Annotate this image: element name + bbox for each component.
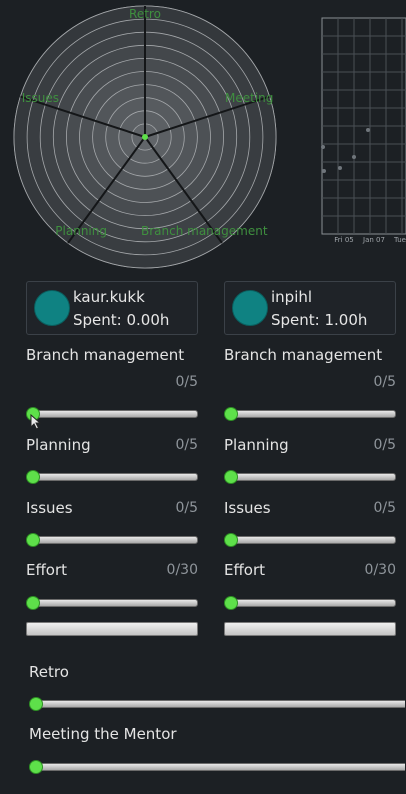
radar-axis-label-retro: Retro (129, 7, 161, 21)
timeline-grid (322, 18, 406, 234)
timeline-chart: Fri 05 Jan 07 Tue (321, 17, 406, 244)
retro-slider-handle[interactable] (29, 697, 43, 711)
user-card-kaur-kukk: kaur.kukk Spent: 0.00h (26, 281, 198, 335)
score-count: 0/5 (175, 500, 198, 516)
avatar (232, 290, 268, 326)
radar-axis-label-planning: Planning (55, 224, 107, 238)
radar-axis-label-meeting: Meeting (225, 91, 273, 105)
planning-slider-track[interactable] (226, 473, 396, 481)
score-count: 0/5 (175, 374, 198, 390)
branch-management-slider-handle[interactable] (224, 407, 238, 421)
radar-axis-label-branch-management: Branch management (141, 224, 268, 238)
timeline-point (338, 166, 342, 170)
effort-slider-track[interactable] (226, 599, 396, 607)
timeline-tick-label: Fri 05 (334, 236, 353, 244)
slider-label-retro: Retro (29, 663, 69, 681)
score-count: 0/5 (373, 500, 396, 516)
score-label-issues: Issues (26, 499, 73, 517)
radar-center-point (142, 134, 148, 140)
effort-progress-bar (224, 622, 396, 636)
score-count: 0/30 (364, 562, 396, 578)
user-spent-time: Spent: 0.00h (73, 311, 170, 329)
timeline-tick-label: Tue (393, 236, 406, 244)
user-card-inpihl: inpihl Spent: 1.00h (224, 281, 396, 335)
timeline-point (321, 145, 325, 149)
score-label-branch-management: Branch management (224, 346, 383, 364)
issues-slider-track[interactable] (226, 536, 396, 544)
issues-slider-track[interactable] (28, 536, 198, 544)
timeline-point (366, 128, 370, 132)
planning-slider-handle[interactable] (224, 470, 238, 484)
meeting-the-mentor-slider-handle[interactable] (29, 760, 43, 774)
score-label-planning: Planning (224, 436, 289, 454)
user-name: kaur.kukk (73, 288, 145, 306)
planning-slider-track[interactable] (28, 473, 198, 481)
user-name: inpihl (271, 288, 313, 306)
score-count: 0/5 (373, 374, 396, 390)
avatar (34, 290, 70, 326)
mouse-cursor-icon (30, 414, 42, 430)
score-count: 0/30 (166, 562, 198, 578)
issues-slider-handle[interactable] (224, 533, 238, 547)
retro-slider-track[interactable] (31, 700, 405, 708)
score-count: 0/5 (175, 437, 198, 453)
slider-label-meeting-the-mentor: Meeting the Mentor (29, 725, 177, 743)
score-label-effort: Effort (26, 561, 68, 579)
effort-slider-handle[interactable] (224, 596, 238, 610)
radar-axis-label-issues: Issues (22, 91, 59, 105)
branch-management-slider-track[interactable] (226, 410, 396, 418)
effort-slider-track[interactable] (28, 599, 198, 607)
issues-slider-handle[interactable] (26, 533, 40, 547)
timeline-point (322, 169, 326, 173)
user-spent-time: Spent: 1.00h (271, 311, 368, 329)
timeline-tick-label: Jan 07 (362, 236, 385, 244)
score-label-branch-management: Branch management (26, 346, 185, 364)
score-label-planning: Planning (26, 436, 91, 454)
score-label-effort: Effort (224, 561, 266, 579)
score-label-issues: Issues (224, 499, 271, 517)
effort-progress-bar (26, 622, 198, 636)
radar-chart: Retro Meeting Branch management Planning… (13, 5, 277, 269)
timeline-point (352, 155, 356, 159)
branch-management-slider-track[interactable] (28, 410, 198, 418)
score-count: 0/5 (373, 437, 396, 453)
meeting-the-mentor-slider-track[interactable] (31, 763, 405, 771)
planning-slider-handle[interactable] (26, 470, 40, 484)
effort-slider-handle[interactable] (26, 596, 40, 610)
